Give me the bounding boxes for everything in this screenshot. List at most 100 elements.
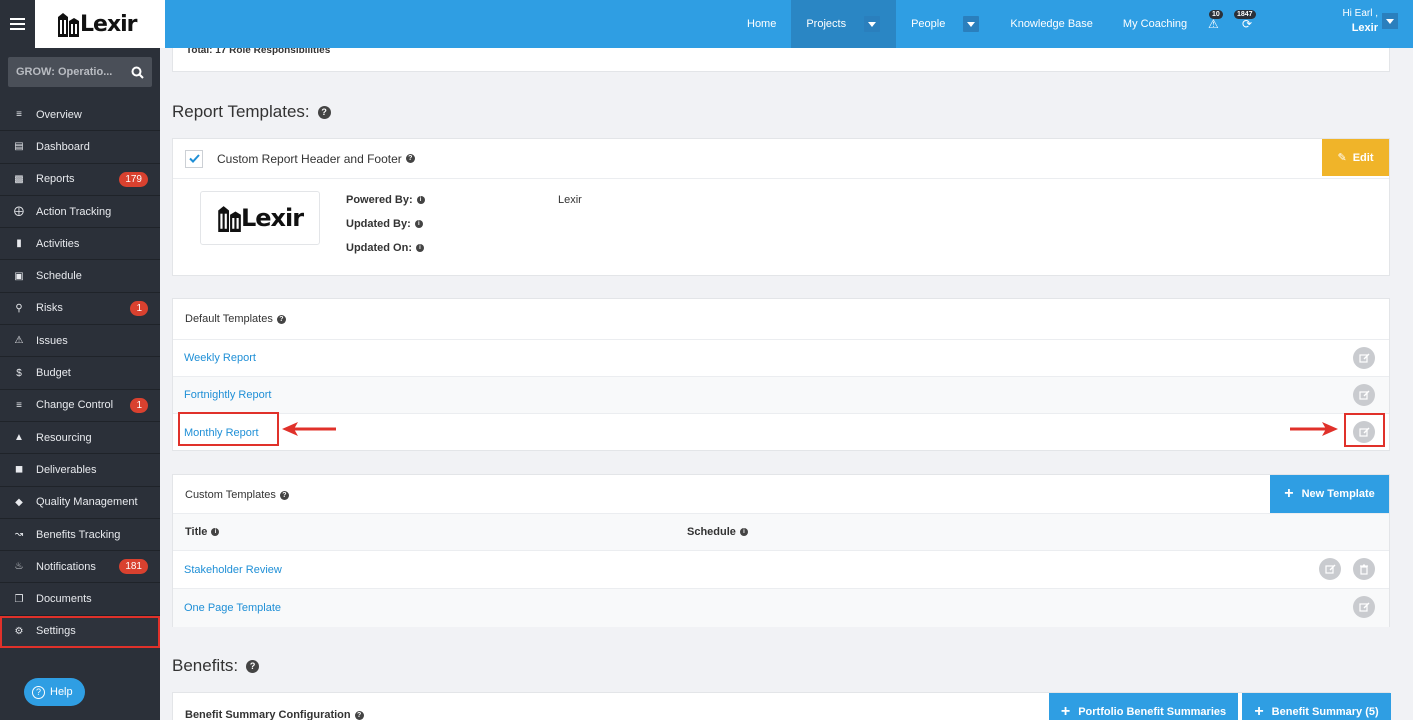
sidebar-item-risks[interactable]: ⚲ Risks 1 xyxy=(0,293,160,326)
help-question-icon[interactable]: ? xyxy=(276,314,286,324)
new-template-button[interactable]: + New Template xyxy=(1270,475,1389,513)
custom-templates-title: Custom Templates xyxy=(185,489,276,501)
project-search-input[interactable] xyxy=(8,66,122,78)
updated-on-label: Updated On: xyxy=(346,242,412,254)
list-icon: ≡ xyxy=(16,109,22,121)
col-schedule-label: Schedule xyxy=(687,526,736,538)
report-templates-heading: Report Templates: ? xyxy=(172,102,331,122)
help-question-icon[interactable]: ? xyxy=(405,154,415,163)
info-icon[interactable]: i xyxy=(416,196,425,204)
edit-weekly-report-icon[interactable] xyxy=(1353,347,1375,369)
fortnightly-report-link[interactable]: Fortnightly Report xyxy=(184,389,271,401)
main-nav: Home Projects People Knowledge Base My C… xyxy=(732,0,1202,48)
people-dropdown-caret-icon[interactable] xyxy=(963,16,980,32)
edit-header-footer-button[interactable]: ✎ Edit xyxy=(1322,139,1389,176)
sidebar-menu: ≡ Overview ▤ Dashboard ▩ Reports 179 ⨁ Action Tr… xyxy=(0,99,160,649)
user-greeting[interactable]: Hi Earl , Lexir xyxy=(1318,7,1378,35)
info-icon[interactable]: i xyxy=(416,244,424,252)
powered-by-label: Powered By: xyxy=(346,194,413,206)
projects-dropdown-caret-icon[interactable] xyxy=(864,16,881,32)
logo-text: Lexir xyxy=(80,11,138,37)
building-logo-icon xyxy=(218,206,241,232)
col-schedule-header: Schedule i xyxy=(687,526,748,538)
sidebar-item-reports[interactable]: ▩ Reports 179 xyxy=(0,164,160,196)
sidebar-item-settings[interactable]: ⚙ Settings xyxy=(0,615,160,649)
sidebar-item-deliverables[interactable]: ◼ Deliverables xyxy=(0,454,160,487)
help-question-icon[interactable]: ? xyxy=(354,710,364,720)
nav-my-coaching[interactable]: My Coaching xyxy=(1108,0,1202,48)
sidebar-item-label: Dashboard xyxy=(36,140,90,153)
benefit-summary-card: Benefit Summary Configuration ? + Portfo… xyxy=(172,692,1391,720)
delete-stakeholder-review-trash-icon[interactable] xyxy=(1353,558,1375,580)
sidebar-item-label: Risks xyxy=(36,302,63,315)
sidebar-item-label: Quality Management xyxy=(36,496,138,509)
warning-alert-icon[interactable]: ⚠ xyxy=(1208,17,1219,31)
gears-icon: ⚙ xyxy=(14,625,24,637)
info-icon[interactable]: i xyxy=(739,528,748,536)
portfolio-benefit-summaries-button[interactable]: + Portfolio Benefit Summaries xyxy=(1049,693,1238,720)
sidebar-item-documents[interactable]: ❐ Documents xyxy=(0,583,160,616)
help-question-icon[interactable]: ? xyxy=(279,490,289,500)
sidebar-item-label: Reports xyxy=(36,173,75,186)
info-icon[interactable]: i xyxy=(414,220,423,228)
dollar-icon: $ xyxy=(16,367,22,379)
plus-icon: + xyxy=(1060,703,1071,720)
sidebar-item-activities[interactable]: ▮ Activities xyxy=(0,228,160,261)
sidebar-item-budget[interactable]: $ Budget xyxy=(0,357,160,390)
one-page-template-link[interactable]: One Page Template xyxy=(184,602,281,614)
sidebar-item-schedule[interactable]: ▣ Schedule xyxy=(0,260,160,293)
help-button[interactable]: ? Help xyxy=(24,678,85,706)
sidebar-item-change-control[interactable]: ≡ Change Control 1 xyxy=(0,390,160,422)
updated-on-label-wrap: Updated On: i xyxy=(346,242,424,254)
help-question-icon[interactable]: ? xyxy=(246,659,260,673)
nav-knowledge-base[interactable]: Knowledge Base xyxy=(995,0,1108,48)
edit-stakeholder-review-icon[interactable] xyxy=(1319,558,1341,580)
user-name: Lexir xyxy=(1351,22,1378,34)
sidebar-item-dashboard[interactable]: ▤ Dashboard xyxy=(0,131,160,164)
weekly-report-link[interactable]: Weekly Report xyxy=(184,352,256,364)
benefit-summary-button[interactable]: + Benefit Summary (5) xyxy=(1242,693,1391,720)
sidebar-item-action-tracking[interactable]: ⨁ Action Tracking xyxy=(0,196,160,229)
refresh-notifications-icon[interactable]: ⟳ xyxy=(1242,17,1252,31)
app-logo[interactable]: Lexir xyxy=(35,0,165,48)
sidebar-item-resourcing[interactable]: ▲ Resourcing xyxy=(0,422,160,455)
nav-home[interactable]: Home xyxy=(732,0,791,48)
user-menu-caret-icon[interactable] xyxy=(1382,13,1398,29)
stakeholder-review-link[interactable]: Stakeholder Review xyxy=(184,564,282,576)
template-row-monthly: Monthly Report xyxy=(173,413,1389,451)
help-question-icon[interactable]: ? xyxy=(317,105,331,119)
sidebar-item-notifications[interactable]: ♨ Notifications 181 xyxy=(0,551,160,584)
sidebar-item-quality-management[interactable]: ◆ Quality Management xyxy=(0,487,160,519)
sidebar-item-issues[interactable]: ⚠ Issues xyxy=(0,325,160,358)
search-icon[interactable] xyxy=(122,57,152,87)
alerts-group: ⚠ 10 ⟳ 1847 xyxy=(1196,0,1262,48)
bookmark-icon: ▮ xyxy=(16,238,22,250)
nav-people[interactable]: People xyxy=(896,0,995,48)
tag-icon: ◆ xyxy=(15,496,23,508)
warning-icon: ⚠ xyxy=(14,335,24,347)
edit-fortnightly-report-icon[interactable] xyxy=(1353,384,1375,406)
edit-one-page-template-icon[interactable] xyxy=(1353,596,1375,618)
benefit-summary-label: Benefit Summary Configuration xyxy=(185,709,351,720)
hamburger-menu-icon[interactable] xyxy=(0,0,35,48)
header-footer-checkbox[interactable] xyxy=(185,149,203,168)
copy-icon: ❐ xyxy=(14,593,24,605)
default-templates-title: Default Templates xyxy=(185,313,273,325)
count-badge: 1 xyxy=(130,300,148,316)
nav-projects[interactable]: Projects xyxy=(791,0,897,48)
alerts-count-badge: 10 xyxy=(1209,10,1223,19)
monthly-edit-highlight-box xyxy=(1344,413,1385,447)
stack-icon: ≡ xyxy=(16,399,22,411)
sidebar-item-overview[interactable]: ≡ Overview xyxy=(0,99,160,132)
building-logo-icon xyxy=(58,13,79,37)
sidebar-item-benefits-tracking[interactable]: ↝ Benefits Tracking xyxy=(0,519,160,552)
template-row-fortnightly: Fortnightly Report xyxy=(173,376,1389,413)
sidebar-item-label: Settings xyxy=(36,625,76,638)
info-icon[interactable]: i xyxy=(211,528,220,536)
sidebar-item-label: Benefits Tracking xyxy=(36,528,121,541)
benefits-heading: Benefits: ? xyxy=(172,656,260,676)
header-footer-label: Custom Report Header and Footer xyxy=(217,151,402,166)
benefit-summary-heading: Benefit Summary Configuration ? xyxy=(185,709,364,720)
count-badge: 181 xyxy=(119,559,148,575)
line-chart-icon: ↝ xyxy=(14,529,24,540)
